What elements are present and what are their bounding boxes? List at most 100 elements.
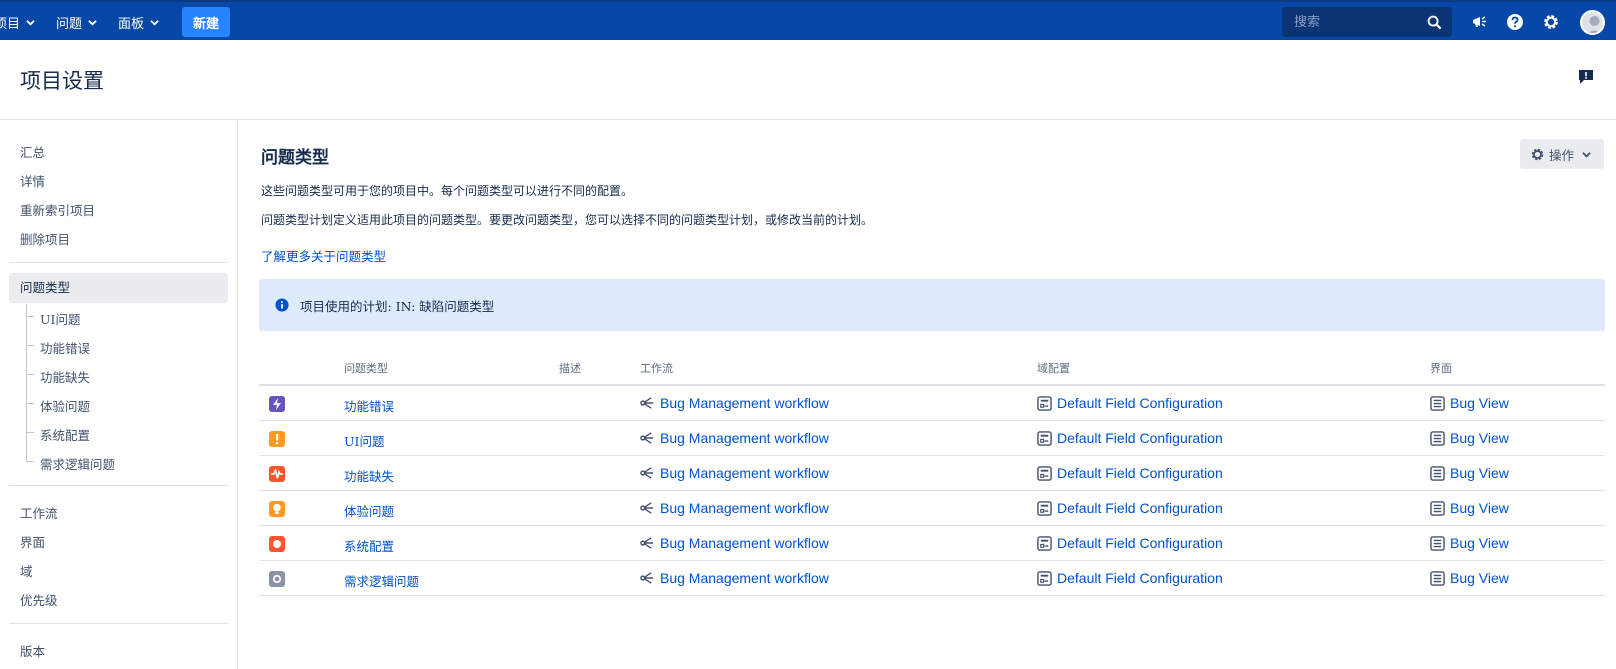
section-title: 问题类型 — [261, 148, 329, 168]
table-row: UI问题 Bug Management workflow Default Fie… — [259, 421, 1605, 456]
workflow-icon — [640, 432, 654, 444]
field-config-link[interactable]: Default Field Configuration — [1037, 465, 1223, 481]
table-row: 需求逻辑问题 Bug Management workflow Default F… — [259, 561, 1605, 596]
circle-icon — [269, 536, 285, 552]
column-header-workflow: 工作流 — [640, 362, 673, 375]
issue-type-link[interactable]: 体验问题 — [344, 501, 394, 520]
sidebar-subitem-function-error[interactable]: 功能错误 — [40, 338, 90, 357]
workflow-link[interactable]: Bug Management workflow — [640, 535, 829, 551]
screen-name: Bug View — [1450, 430, 1509, 446]
field-config-name: Default Field Configuration — [1057, 570, 1223, 586]
sidebar-item-fields[interactable]: 域 — [20, 561, 33, 580]
workflow-link[interactable]: Bug Management workflow — [640, 570, 829, 586]
workflow-link[interactable]: Bug Management workflow — [640, 430, 829, 446]
screen-name: Bug View — [1450, 465, 1509, 481]
settings-gear-icon[interactable] — [1541, 12, 1561, 32]
field-config-link[interactable]: Default Field Configuration — [1037, 535, 1223, 551]
feedback-icon[interactable] — [1578, 69, 1594, 85]
workflow-link[interactable]: Bug Management workflow — [640, 500, 829, 516]
issue-type-link[interactable]: 系统配置 — [344, 536, 394, 555]
issue-type-link[interactable]: 功能缺失 — [344, 466, 394, 485]
page-title: 项目设置 — [20, 69, 104, 93]
sidebar-item-versions[interactable]: 版本 — [20, 641, 45, 660]
field-config-link[interactable]: Default Field Configuration — [1037, 500, 1223, 516]
workflow-icon — [640, 397, 654, 409]
screen-icon — [1430, 500, 1445, 516]
workflow-icon — [640, 572, 654, 584]
sidebar-divider — [9, 623, 228, 624]
sidebar-subitem-system-config[interactable]: 系统配置 — [40, 425, 90, 444]
issue-type-link[interactable]: 功能错误 — [344, 396, 394, 415]
sidebar-item-priorities[interactable]: 优先级 — [20, 590, 58, 609]
page-header: 项目设置 — [0, 40, 1616, 120]
sidebar-subitem-requirement-logic[interactable]: 需求逻辑问题 — [40, 454, 115, 473]
nav-menu-issues-label: 问题 — [56, 16, 83, 32]
sidebar-subitem-missing-function[interactable]: 功能缺失 — [40, 367, 90, 386]
search-input[interactable] — [1282, 7, 1422, 37]
chevron-down-icon — [88, 19, 97, 26]
sidebar-item-workflows[interactable]: 工作流 — [20, 503, 58, 522]
actions-button[interactable]: 操作 — [1520, 139, 1604, 169]
screen-link[interactable]: Bug View — [1430, 570, 1509, 586]
notifications-megaphone-icon[interactable] — [1470, 12, 1490, 32]
issue-type-link[interactable]: UI问题 — [344, 431, 384, 450]
screen-icon — [1430, 465, 1445, 481]
table-row: 体验问题 Bug Management workflow Default Fie… — [259, 491, 1605, 526]
info-icon — [275, 298, 289, 312]
tree-tick — [26, 403, 34, 404]
nav-menu-projects-label: 项目 — [0, 16, 21, 32]
field-config-icon — [1037, 430, 1052, 446]
tree-tick — [26, 461, 34, 462]
chevron-down-icon — [1582, 151, 1591, 158]
sidebar-item-details[interactable]: 详情 — [20, 171, 45, 190]
issue-type-link[interactable]: 需求逻辑问题 — [344, 571, 419, 590]
workflow-link[interactable]: Bug Management workflow — [640, 465, 829, 481]
sidebar-divider — [9, 262, 228, 263]
workflow-name: Bug Management workflow — [660, 430, 829, 446]
search-icon[interactable] — [1427, 15, 1442, 30]
field-config-name: Default Field Configuration — [1057, 465, 1223, 481]
create-button[interactable]: 新建 — [182, 7, 230, 37]
column-header-field-config: 域配置 — [1037, 362, 1070, 375]
screen-link[interactable]: Bug View — [1430, 465, 1509, 481]
user-avatar[interactable] — [1580, 10, 1605, 35]
workflow-name: Bug Management workflow — [660, 395, 829, 411]
field-config-link[interactable]: Default Field Configuration — [1037, 430, 1223, 446]
sidebar-divider — [9, 485, 228, 486]
help-icon[interactable] — [1505, 12, 1525, 32]
tree-tick — [26, 316, 34, 317]
learn-more-link[interactable]: 了解更多关于问题类型 — [261, 246, 386, 265]
sidebar-item-summary[interactable]: 汇总 — [20, 142, 45, 161]
screen-link[interactable]: Bug View — [1430, 430, 1509, 446]
chevron-down-icon — [26, 19, 35, 26]
sidebar-item-reindex[interactable]: 重新索引项目 — [20, 200, 95, 219]
exclamation-icon — [269, 431, 285, 447]
screen-link[interactable]: Bug View — [1430, 395, 1509, 411]
tree-line — [26, 304, 27, 462]
field-config-name: Default Field Configuration — [1057, 500, 1223, 516]
screen-link[interactable]: Bug View — [1430, 500, 1509, 516]
sidebar-subitem-ui-issue[interactable]: UI问题 — [40, 309, 80, 328]
field-config-link[interactable]: Default Field Configuration — [1037, 395, 1223, 411]
workflow-name: Bug Management workflow — [660, 535, 829, 551]
screen-link[interactable]: Bug View — [1430, 535, 1509, 551]
sidebar-item-delete-project[interactable]: 删除项目 — [20, 229, 70, 248]
nav-menu-issues[interactable]: 问题 — [56, 2, 97, 42]
workflow-link[interactable]: Bug Management workflow — [640, 395, 829, 411]
field-config-icon — [1037, 395, 1052, 411]
screen-name: Bug View — [1450, 395, 1509, 411]
nav-menu-projects[interactable]: 项目 — [0, 2, 35, 42]
workflow-icon — [640, 537, 654, 549]
sidebar-item-screens[interactable]: 界面 — [20, 532, 45, 551]
field-config-icon — [1037, 500, 1052, 516]
table-row: 功能缺失 Bug Management workflow Default Fie… — [259, 456, 1605, 491]
scheme-info-banner: 项目使用的计划: IN: 缺陷问题类型 — [259, 279, 1605, 331]
field-config-link[interactable]: Default Field Configuration — [1037, 570, 1223, 586]
field-config-name: Default Field Configuration — [1057, 430, 1223, 446]
screen-name: Bug View — [1450, 500, 1509, 516]
nav-menu-boards[interactable]: 面板 — [118, 2, 159, 42]
sidebar-item-issue-types[interactable]: 问题类型 — [9, 273, 228, 303]
field-config-icon — [1037, 570, 1052, 586]
sidebar-subitem-experience-issue[interactable]: 体验问题 — [40, 396, 90, 415]
workflow-name: Bug Management workflow — [660, 465, 829, 481]
